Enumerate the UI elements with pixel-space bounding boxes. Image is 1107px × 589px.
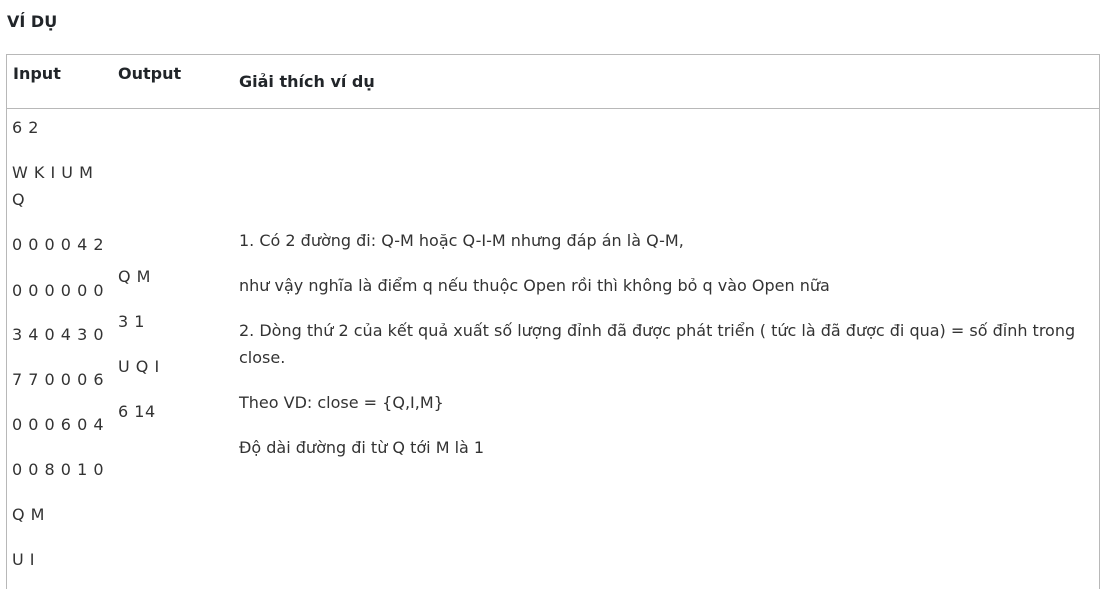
- explanation-line: Theo VD: close = {Q,I,M}: [239, 393, 444, 412]
- input-line: Q: [12, 190, 26, 209]
- output-line: Q M: [118, 267, 151, 286]
- column-header-explanation: Giải thích ví dụ: [239, 72, 375, 91]
- output-line: 3 1: [118, 312, 145, 331]
- input-line: U I: [12, 550, 36, 569]
- output-line: 6 14: [118, 402, 156, 421]
- column-header-input: Input: [13, 64, 61, 83]
- section-heading: VÍ DỤ: [7, 12, 58, 31]
- input-line: 0 0 0 0 0 0: [12, 281, 105, 300]
- input-line: 3 4 0 4 3 0: [12, 325, 105, 344]
- input-line: 7 7 0 0 0 6: [12, 370, 105, 389]
- input-line: 6 2: [12, 118, 39, 137]
- explanation-line: 2. Dòng thứ 2 của kết quả xuất số lượng …: [239, 321, 1076, 340]
- explanation-line: close.: [239, 348, 286, 367]
- output-line: U Q I: [118, 357, 160, 376]
- input-line: 0 0 8 0 1 0: [12, 460, 105, 479]
- explanation-line: 1. Có 2 đường đi: Q-M hoặc Q-I-M nhưng đ…: [239, 231, 684, 250]
- input-line: W K I U M: [12, 163, 94, 182]
- input-line: 0 0 0 0 4 2: [12, 235, 105, 254]
- input-line: Q M: [12, 505, 45, 524]
- explanation-line: Độ dài đường đi từ Q tới M là 1: [239, 438, 485, 457]
- input-line: 0 0 0 6 0 4: [12, 415, 105, 434]
- explanation-line: như vậy nghĩa là điểm q nếu thuộc Open r…: [239, 276, 830, 295]
- header-divider: [6, 108, 1100, 109]
- column-header-output: Output: [118, 64, 182, 83]
